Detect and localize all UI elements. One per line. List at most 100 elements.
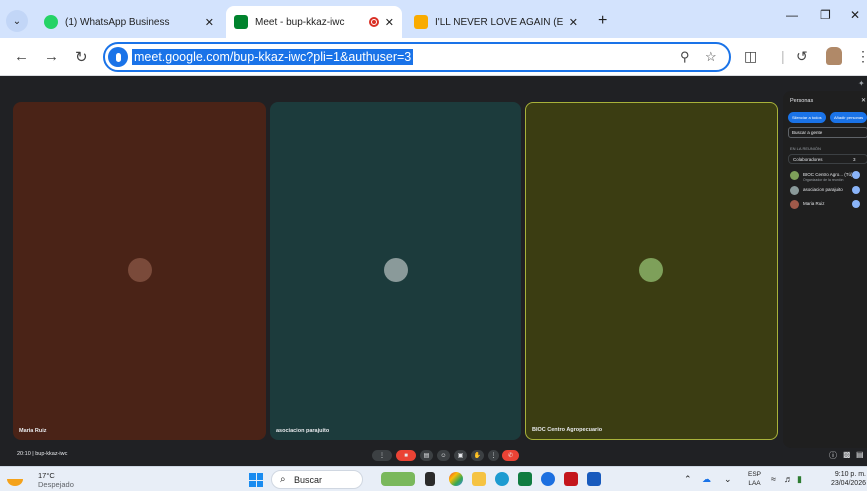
people-search-input[interactable]: Buscar a gente [788, 127, 867, 138]
leave-call-button[interactable]: ✆ [502, 450, 519, 461]
person-name: asociacion parajuito [803, 187, 843, 192]
hand-icon: ✋ [473, 453, 482, 459]
usb-icon[interactable]: ⌄ [724, 474, 732, 485]
raise-hand-button[interactable]: ✋ [471, 450, 484, 461]
avatar [790, 171, 799, 180]
list-item[interactable]: Maria Ruiz [790, 200, 866, 210]
chat-icon[interactable]: ▤ [856, 450, 864, 459]
excel-icon[interactable] [518, 472, 532, 486]
close-icon[interactable]: ✕ [569, 16, 578, 29]
wifi-icon[interactable]: ≈ [771, 474, 776, 484]
close-icon[interactable]: ✕ [205, 16, 214, 29]
taskbar-search[interactable]: Buscar [271, 470, 363, 489]
avatar [790, 186, 799, 195]
tab-meet[interactable]: Meet - bup-kkaz-iwc ✕ [226, 6, 402, 38]
restore-icon[interactable]: ❐ [820, 8, 831, 22]
tab-music[interactable]: I'LL NEVER LOVE AGAIN (EN ESPAÑOL ✕ [406, 6, 586, 38]
forward-icon[interactable]: → [44, 48, 59, 65]
history-icon[interactable]: ↺ [796, 48, 808, 65]
meeting-info: 20:10 | bup-kkaz-iwc [17, 451, 68, 457]
emoji-button[interactable]: ☺ [437, 450, 450, 461]
collaborators-group[interactable]: Colaboradores 3 [788, 154, 867, 164]
minimize-icon[interactable]: — [786, 8, 798, 22]
pdf-icon[interactable] [564, 472, 578, 486]
layout-code: LAA [748, 480, 761, 487]
language-indicator[interactable]: ESP LAA [748, 470, 761, 488]
group-count: 3 [853, 157, 856, 162]
menu-icon[interactable]: ⋮ [856, 48, 867, 65]
search-label: Buscar [294, 475, 323, 485]
chrome-icon[interactable] [449, 472, 463, 486]
back-icon[interactable]: ← [14, 48, 29, 65]
tab-title: (1) WhatsApp Business [65, 16, 170, 28]
address-text[interactable]: meet.google.com/bup-kkaz-iwc?pli=1&authu… [132, 49, 414, 65]
group-label: Colaboradores [793, 157, 823, 162]
task-view-icon[interactable] [425, 472, 435, 486]
divider: | [781, 48, 785, 64]
mic-button[interactable]: ⋮ [372, 450, 392, 461]
search-placeholder: Buscar a gente [792, 130, 823, 135]
app-icon[interactable] [541, 472, 555, 486]
participant-name: Maria Ruiz [19, 428, 47, 434]
lang-code: ESP [748, 471, 762, 478]
chevron-up-icon[interactable]: ⌃ [684, 474, 692, 485]
meet-stage: ✦ Maria Ruiz asociacion parajuito BIOC C… [0, 77, 867, 466]
cloud-icon[interactable]: ☁ [702, 474, 711, 485]
clock[interactable]: 9:10 p. m. 23/04/2026 [814, 470, 866, 488]
mute-all-button[interactable]: Silenciar a todos [788, 112, 826, 123]
mic-status-icon [852, 200, 860, 208]
address-bar[interactable]: meet.google.com/bup-kkaz-iwc?pli=1&authu… [103, 42, 731, 72]
person-name: Maria Ruiz [803, 201, 825, 206]
more-options-button[interactable]: ⋮ [488, 450, 499, 461]
person-role: Organizador de la reunión [803, 178, 844, 182]
panel-title: Personas [790, 98, 814, 104]
list-item[interactable]: asociacion parajuito [790, 186, 866, 196]
widgets-icon[interactable] [381, 472, 415, 486]
edge-icon[interactable] [495, 472, 509, 486]
avatar [384, 258, 408, 282]
zoom-icon[interactable]: ⚲ [680, 49, 690, 65]
participant-name: BIOC Centro Agropecuario [532, 427, 603, 433]
windows-start-icon[interactable] [249, 473, 263, 487]
present-button[interactable]: ▣ [454, 450, 467, 461]
section-label: EN LA REUNIÓN [790, 146, 821, 151]
sun-icon[interactable] [7, 479, 23, 486]
captions-button[interactable]: ▤ [420, 450, 433, 461]
sparkle-icon[interactable]: ✦ [858, 79, 865, 88]
close-icon[interactable]: ✕ [861, 97, 866, 104]
add-people-button[interactable]: Añadir personas [830, 112, 867, 123]
word-icon[interactable] [587, 472, 601, 486]
new-tab-button[interactable]: + [598, 12, 607, 30]
participant-tile[interactable]: BIOC Centro Agropecuario [525, 102, 778, 440]
person-name: BIOC Centro Agro... (Tú) [803, 172, 853, 177]
people-icon[interactable]: ▩ [843, 450, 851, 459]
tab-whatsapp[interactable]: (1) WhatsApp Business ✕ [36, 6, 222, 38]
weather-condition[interactable]: Despejado [38, 480, 74, 489]
bookmark-star-icon[interactable]: ☆ [705, 49, 717, 65]
meet-controls-bar: 20:10 | bup-kkaz-iwc ⋮ ■ ▤ ☺ ▣ ✋ ⋮ ✆ ⓘ ▩… [0, 447, 867, 466]
tab-search-button[interactable]: ⌄ [6, 10, 28, 32]
close-icon[interactable]: ✕ [385, 16, 394, 29]
taskbar: 17°C Despejado Buscar ⌃ ☁ ⌄ ESP LAA ≈ ♬ … [0, 466, 867, 491]
tab-strip: ⌄ (1) WhatsApp Business ✕ Meet - bup-kka… [0, 0, 867, 38]
participant-tile[interactable]: asociacion parajuito [270, 102, 521, 440]
participant-tile[interactable]: Maria Ruiz [13, 102, 266, 440]
camera-button[interactable]: ■ [396, 450, 416, 461]
avatar [639, 258, 663, 282]
captions-icon: ▤ [423, 453, 430, 459]
extensions-icon[interactable]: ◫ [744, 48, 757, 65]
list-item[interactable]: BIOC Centro Agro... (Tú) Organizador de … [790, 171, 866, 182]
microphone-icon[interactable] [108, 47, 128, 67]
weather-temp[interactable]: 17°C [38, 471, 55, 480]
volume-icon[interactable]: ♬ [784, 474, 793, 484]
avatar[interactable] [826, 47, 842, 65]
clock-date: 23/04/2026 [830, 480, 866, 487]
battery-icon[interactable]: ▮ [797, 474, 802, 485]
screen: ⌄ (1) WhatsApp Business ✕ Meet - bup-kka… [0, 0, 867, 491]
info-icon[interactable]: ⓘ [829, 450, 837, 461]
chevron-down-icon: ⌄ [12, 15, 22, 27]
close-window-icon[interactable]: ✕ [850, 8, 860, 22]
reload-icon[interactable]: ↻ [75, 48, 88, 66]
file-explorer-icon[interactable] [472, 472, 486, 486]
avatar [790, 200, 799, 209]
